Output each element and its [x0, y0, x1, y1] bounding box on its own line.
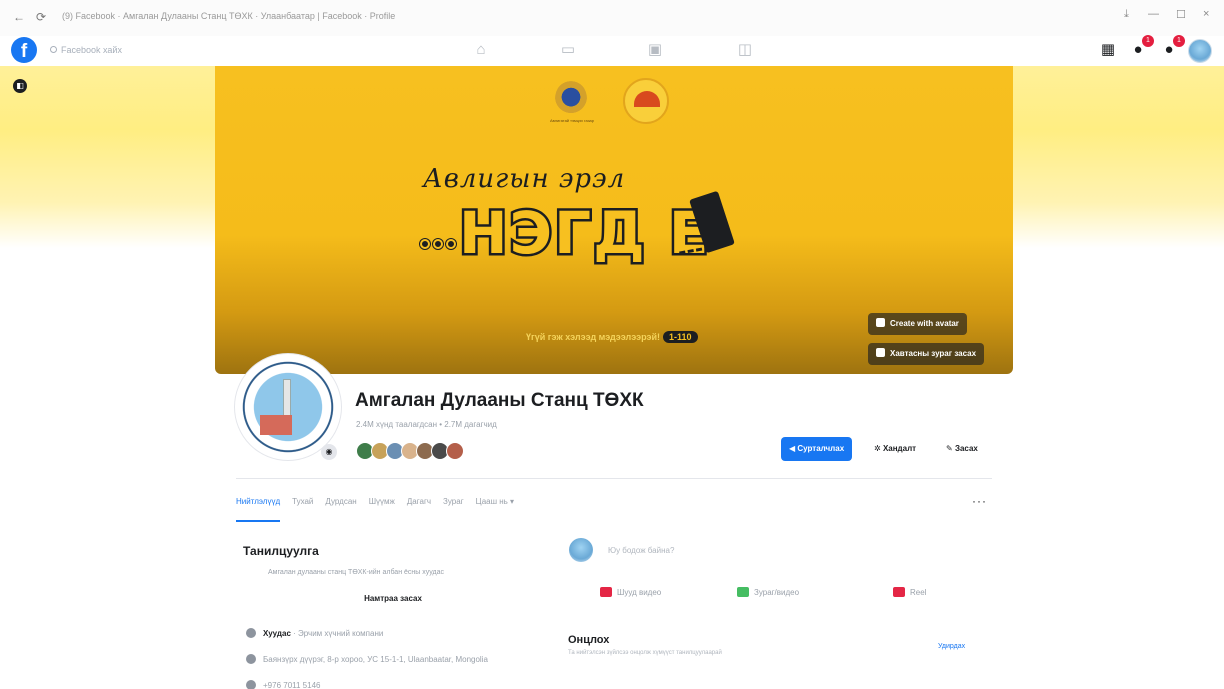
groups-icon[interactable]: ◫ [735, 40, 755, 60]
tab-3[interactable]: Дурдсан [325, 494, 356, 522]
tab-5[interactable]: Дагагч [407, 494, 431, 522]
info-phone: +976 7011 5146 [246, 680, 320, 689]
photo-video-button[interactable]: Зураг/видео [737, 587, 799, 597]
search-icon [50, 46, 57, 53]
cover-dots [420, 239, 456, 249]
menu-grid-icon[interactable]: ▦ [1097, 39, 1119, 61]
tab-title: (9) Facebook · Амгалан Дулааны Станц ТӨХ… [62, 11, 396, 21]
tab-4[interactable]: Шүүмж [369, 494, 395, 522]
featured-title: Онцлох [568, 634, 610, 646]
photo-video-label: Зураг/видео [754, 588, 800, 597]
sparkle-icon: ✲ [874, 444, 883, 453]
promote-label: Сурталчлах [797, 444, 845, 453]
tab-1[interactable]: Нийтлэлүүд [236, 494, 281, 522]
close-window-button[interactable]: × [1203, 8, 1209, 20]
info-category: Хуудас · Эрчим хүчний компани [246, 628, 383, 638]
manage-featured-link[interactable]: Удирдах [938, 643, 965, 650]
tab-7[interactable]: Цааш нь ▾ [476, 494, 514, 522]
photo-icon [737, 587, 749, 597]
composer-input[interactable]: Юу бодож байна? [608, 546, 674, 555]
edit-label: Засах [954, 444, 978, 453]
composer-avatar[interactable] [569, 538, 593, 562]
facebook-top-nav: f Facebook хайх ⌂ ▭ ▣ ◫ ▦ ● 1 ● 1 [0, 35, 1224, 66]
page-title: Амгалан Дулааны Станц ТӨХК [355, 390, 644, 411]
phone-icon [246, 680, 256, 689]
download-icon[interactable]: ⤓ [1124, 8, 1129, 21]
home-icon[interactable]: ⌂ [471, 40, 491, 60]
tab-6[interactable]: Зураг [443, 494, 464, 522]
edit-bio-button[interactable]: Намтраа засах [243, 590, 543, 608]
emblem-logo [555, 80, 587, 118]
info-address: Баянзүрх дүүрэг, 8-р хороо, УС 15-1-1, U… [246, 654, 488, 664]
create-avatar-label: Create with avatar [890, 319, 959, 328]
account-avatar[interactable] [1188, 39, 1212, 63]
info-icon [246, 628, 256, 638]
messenger-icon[interactable]: ● 1 [1127, 35, 1154, 61]
maximize-button[interactable]: ☐ [1176, 8, 1186, 21]
marketplace-icon[interactable]: ▣ [645, 40, 665, 60]
reel-label: Reel [910, 588, 927, 597]
search-placeholder: Facebook хайх [61, 45, 122, 55]
messenger-badge: 1 [1142, 35, 1154, 47]
search-input[interactable]: Facebook хайх [44, 39, 164, 61]
category-value: Эрчим хүчний компани [298, 629, 384, 638]
promote-button[interactable]: ◀ Сурталчлах [781, 437, 853, 461]
notifications-icon[interactable]: ● 1 [1158, 35, 1185, 61]
insights-button[interactable]: ✲ Хандалт [874, 437, 916, 461]
address-text[interactable]: Баянзүрх дүүрэг, 8-р хороо, УС 15-1-1, U… [263, 655, 488, 664]
minimize-button[interactable]: — [1148, 8, 1159, 20]
live-video-label: Шууд видео [617, 588, 662, 597]
intro-bio: Амгалан дулааны станц ТӨХК-ийн албан ёсн… [268, 569, 444, 576]
emblem-caption: Авлигатай тэмцэх газар [550, 118, 594, 123]
live-video-button[interactable]: Шууд видео [600, 587, 661, 597]
camera-icon[interactable]: ◉ [321, 444, 337, 460]
reload-icon[interactable]: ⟳ [36, 10, 46, 24]
create-avatar-button[interactable]: Create with avatar [868, 313, 967, 335]
notifications-badge: 1 [1173, 35, 1185, 47]
cover-script-line: Авлигын эрэл [423, 164, 626, 194]
cover-hotline: Үгүй гэж хэлээд мэдээлээрэй! 1-110 [526, 331, 698, 343]
hotline-number: 1-110 [663, 331, 698, 343]
location-icon [246, 654, 256, 664]
campaign-logo [623, 78, 669, 124]
sidebar-toggle-icon[interactable]: ◧ [13, 79, 27, 93]
phone-text: +976 7011 5146 [263, 681, 321, 689]
edit-page-button[interactable]: ✎ Засах [946, 437, 978, 461]
live-video-icon [600, 587, 612, 597]
profile-logo-plant [260, 415, 292, 435]
edit-cover-button[interactable]: Хавтасны зураг засах [868, 343, 985, 365]
page-tabs: Нийтлэлүүд Тухай Дурдсан Шүүмж Дагагч Зураг Ца… [236, 494, 514, 522]
reel-button[interactable]: Reel [893, 587, 926, 597]
friend-avatar[interactable] [446, 442, 464, 460]
featured-subtitle: Та нийтэлсэн зүйлсээ онцолж хүмүүст тани… [568, 650, 722, 656]
page-stats[interactable]: 2.4М хүнд таалагдсан • 2.7М дагагчид [356, 420, 497, 429]
pencil-icon: ✎ [946, 444, 955, 453]
avatar-icon [876, 318, 885, 327]
edit-cover-label: Хавтасны зураг засах [890, 349, 977, 358]
tab-2[interactable]: Тухай [292, 494, 313, 522]
reel-icon [893, 587, 905, 597]
video-icon[interactable]: ▭ [558, 40, 578, 60]
insights-label: Хандалт [882, 444, 917, 453]
friend-avatars[interactable] [356, 442, 464, 460]
header-divider [236, 478, 992, 479]
camera-icon [876, 348, 885, 357]
facebook-logo[interactable]: f [11, 37, 37, 63]
cover-big-word: НЭГД E [457, 199, 712, 267]
more-options-icon[interactable]: ··· [972, 494, 987, 508]
category-label: Хуудас [263, 629, 291, 638]
browser-toolbar: ← ⟳ (9) Facebook · Амгалан Дулааны Станц… [0, 0, 1224, 36]
cover-big-title: НЭГД E [420, 199, 712, 267]
back-icon[interactable]: ← [13, 10, 25, 24]
cover-photo: Авлигатай тэмцэх газар Авлигын эрэл НЭГД… [215, 66, 1013, 374]
campaign-logo-sun [634, 91, 660, 107]
intro-title: Танилцуулга [243, 544, 319, 558]
hotline-text: Үгүй гэж хэлээд мэдээлээрэй! [526, 332, 661, 342]
